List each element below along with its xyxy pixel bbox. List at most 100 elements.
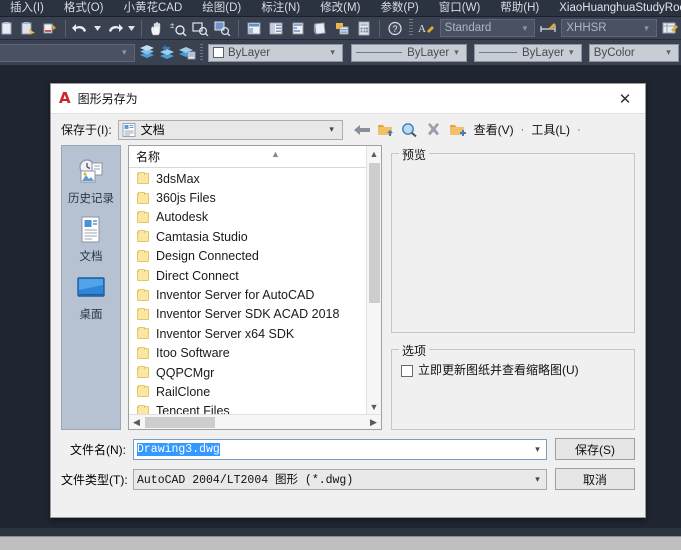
markup-icon[interactable]	[332, 18, 352, 38]
menu-item-window[interactable]: 窗口(W)	[429, 0, 491, 17]
match-properties-icon[interactable]	[40, 18, 60, 38]
close-icon[interactable]: ✕	[611, 87, 639, 111]
chevron-down-icon[interactable]: ▾	[566, 47, 577, 58]
properties-icon[interactable]	[244, 18, 264, 38]
chevron-down-icon[interactable]: ▾	[119, 47, 130, 58]
list-item[interactable]: Inventor Server for AutoCAD	[129, 285, 381, 304]
layer-value: ByLayer	[227, 46, 271, 59]
cancel-button[interactable]: 取消	[555, 468, 635, 490]
list-item[interactable]: Design Connected	[129, 247, 381, 266]
file-list-header[interactable]: 名称 ▲	[129, 146, 381, 168]
table-style-icon[interactable]	[660, 18, 680, 38]
toolpalettes-icon[interactable]	[288, 18, 308, 38]
chevron-down-icon[interactable]: ▾	[519, 23, 530, 34]
update-thumbnail-checkbox[interactable]	[401, 365, 413, 377]
list-item[interactable]: Camtasia Studio	[129, 227, 381, 246]
menu-item-parametric[interactable]: 参数(P)	[370, 0, 428, 17]
filetype-combo[interactable]: AutoCAD 2004/LT2004 图形 (*.dwg) ▾	[133, 468, 547, 490]
menu-item-dimension[interactable]: 标注(N)	[251, 0, 310, 17]
layer-states-icon[interactable]	[178, 43, 196, 63]
chevron-down-icon[interactable]: ▾	[529, 474, 546, 485]
layer-previous-icon[interactable]	[158, 43, 176, 63]
list-item[interactable]: Inventor Server SDK ACAD 2018	[129, 305, 381, 324]
menu-item-studyroom[interactable]: XiaoHuanghuaStudyRoom	[549, 0, 681, 17]
toolbar-grip[interactable]	[408, 19, 413, 37]
chevron-down-icon[interactable]: ▾	[327, 47, 338, 58]
chevron-down-icon[interactable]: ▾	[325, 124, 339, 135]
undo-icon[interactable]	[71, 18, 91, 38]
menu-item-draw[interactable]: 绘图(D)	[192, 0, 251, 17]
up-folder-icon[interactable]	[375, 119, 397, 141]
column-header-name[interactable]: 名称	[129, 148, 381, 165]
designcenter-icon[interactable]	[266, 18, 286, 38]
workspace-combo[interactable]: ▾	[0, 43, 135, 62]
list-item[interactable]: Itoo Software	[129, 344, 381, 363]
dim-style-icon[interactable]	[538, 18, 558, 38]
list-item[interactable]: Autodesk	[129, 208, 381, 227]
chevron-down-icon[interactable]: ·	[575, 124, 583, 136]
pan-icon[interactable]	[147, 18, 167, 38]
save-in-combo[interactable]: 文档 ▾	[117, 119, 343, 140]
chevron-down-icon[interactable]: ▾	[641, 23, 652, 34]
linetype-combo[interactable]: ByLayer ▾	[351, 43, 467, 62]
chevron-down-icon[interactable]: ▾	[663, 47, 674, 58]
undo-dropdown-icon[interactable]	[93, 18, 103, 38]
list-item[interactable]: 3dsMax	[129, 169, 381, 188]
scrollbar-thumb[interactable]	[368, 163, 380, 303]
zoom-window-icon[interactable]	[191, 18, 211, 38]
chevron-down-icon[interactable]: ▼	[367, 399, 382, 414]
back-arrow-icon[interactable]	[351, 119, 373, 141]
menu-item-help[interactable]: 帮助(H)	[490, 0, 549, 17]
list-item[interactable]: RailClone	[129, 382, 381, 401]
filename-row: 文件名(N): Drawing3.dwg ▾ 保存(S)	[61, 438, 635, 460]
chevron-left-icon[interactable]: ◀	[129, 417, 144, 428]
vertical-scrollbar[interactable]: ▲ ▼	[366, 146, 381, 414]
new-folder-icon[interactable]	[447, 119, 469, 141]
redo-dropdown-icon[interactable]	[126, 18, 136, 38]
text-style-combo[interactable]: Standard ▾	[439, 19, 536, 37]
help-icon[interactable]: ?	[385, 18, 405, 38]
dim-style-combo[interactable]: XHHSR ▾	[561, 19, 658, 37]
chevron-down-icon[interactable]: ▾	[529, 444, 546, 455]
chevron-up-icon[interactable]: ▲	[367, 146, 382, 161]
delete-x-icon[interactable]	[423, 119, 445, 141]
zoom-previous-icon[interactable]	[213, 18, 233, 38]
calculator-icon[interactable]	[354, 18, 374, 38]
plotstyle-combo[interactable]: ByColor ▾	[588, 43, 679, 62]
filename-input[interactable]: Drawing3.dwg ▾	[133, 438, 547, 460]
chevron-down-icon[interactable]: ·	[519, 124, 527, 136]
menu-item-xhh-cad[interactable]: 小黄花CAD	[113, 0, 192, 17]
zoom-realtime-icon[interactable]: ±	[169, 18, 189, 38]
paste-special-icon[interactable]	[18, 18, 38, 38]
list-item[interactable]: Direct Connect	[129, 266, 381, 285]
menu-item-format[interactable]: 格式(O)	[54, 0, 114, 17]
dialog-titlebar[interactable]: A 图形另存为 ✕	[51, 84, 645, 114]
toolbar-grip[interactable]	[199, 43, 203, 62]
horizontal-scrollbar[interactable]: ◀ ▶	[129, 414, 381, 429]
layer-combo[interactable]: ByLayer ▾	[207, 43, 344, 62]
place-item-documents[interactable]: 文档	[63, 214, 119, 264]
paste-icon[interactable]	[0, 18, 16, 38]
save-in-row: 保存于(I): 文档 ▾ 查看(V) · 工具(L) ·	[51, 114, 645, 145]
list-item[interactable]: 360js Files	[129, 188, 381, 207]
chevron-right-icon[interactable]: ▶	[366, 417, 381, 428]
scrollbar-thumb[interactable]	[145, 417, 215, 428]
redo-icon[interactable]	[104, 18, 124, 38]
place-item-history[interactable]: 历史记录	[63, 156, 119, 206]
list-item[interactable]: QQPCMgr	[129, 363, 381, 382]
save-button[interactable]: 保存(S)	[555, 438, 635, 460]
list-item[interactable]: Inventor Server x64 SDK	[129, 324, 381, 343]
tools-menu-button[interactable]: 工具(L)	[528, 119, 573, 141]
search-icon[interactable]	[399, 119, 421, 141]
sheetset-icon[interactable]	[310, 18, 330, 38]
layer-properties-icon[interactable]	[138, 43, 156, 63]
menu-item-modify[interactable]: 修改(M)	[310, 0, 370, 17]
lineweight-combo[interactable]: ByLayer ▾	[473, 43, 582, 62]
text-style-icon[interactable]: A	[417, 18, 437, 38]
documents-icon	[63, 214, 119, 246]
view-menu-button[interactable]: 查看(V)	[471, 119, 517, 141]
file-list[interactable]: 名称 ▲ 3dsMax 360js Files Autodesk Camtasia S…	[128, 145, 382, 430]
chevron-down-icon[interactable]: ▾	[451, 47, 462, 58]
place-item-desktop[interactable]: 桌面	[63, 272, 119, 322]
menu-item-insert[interactable]: 插入(I)	[0, 0, 54, 17]
